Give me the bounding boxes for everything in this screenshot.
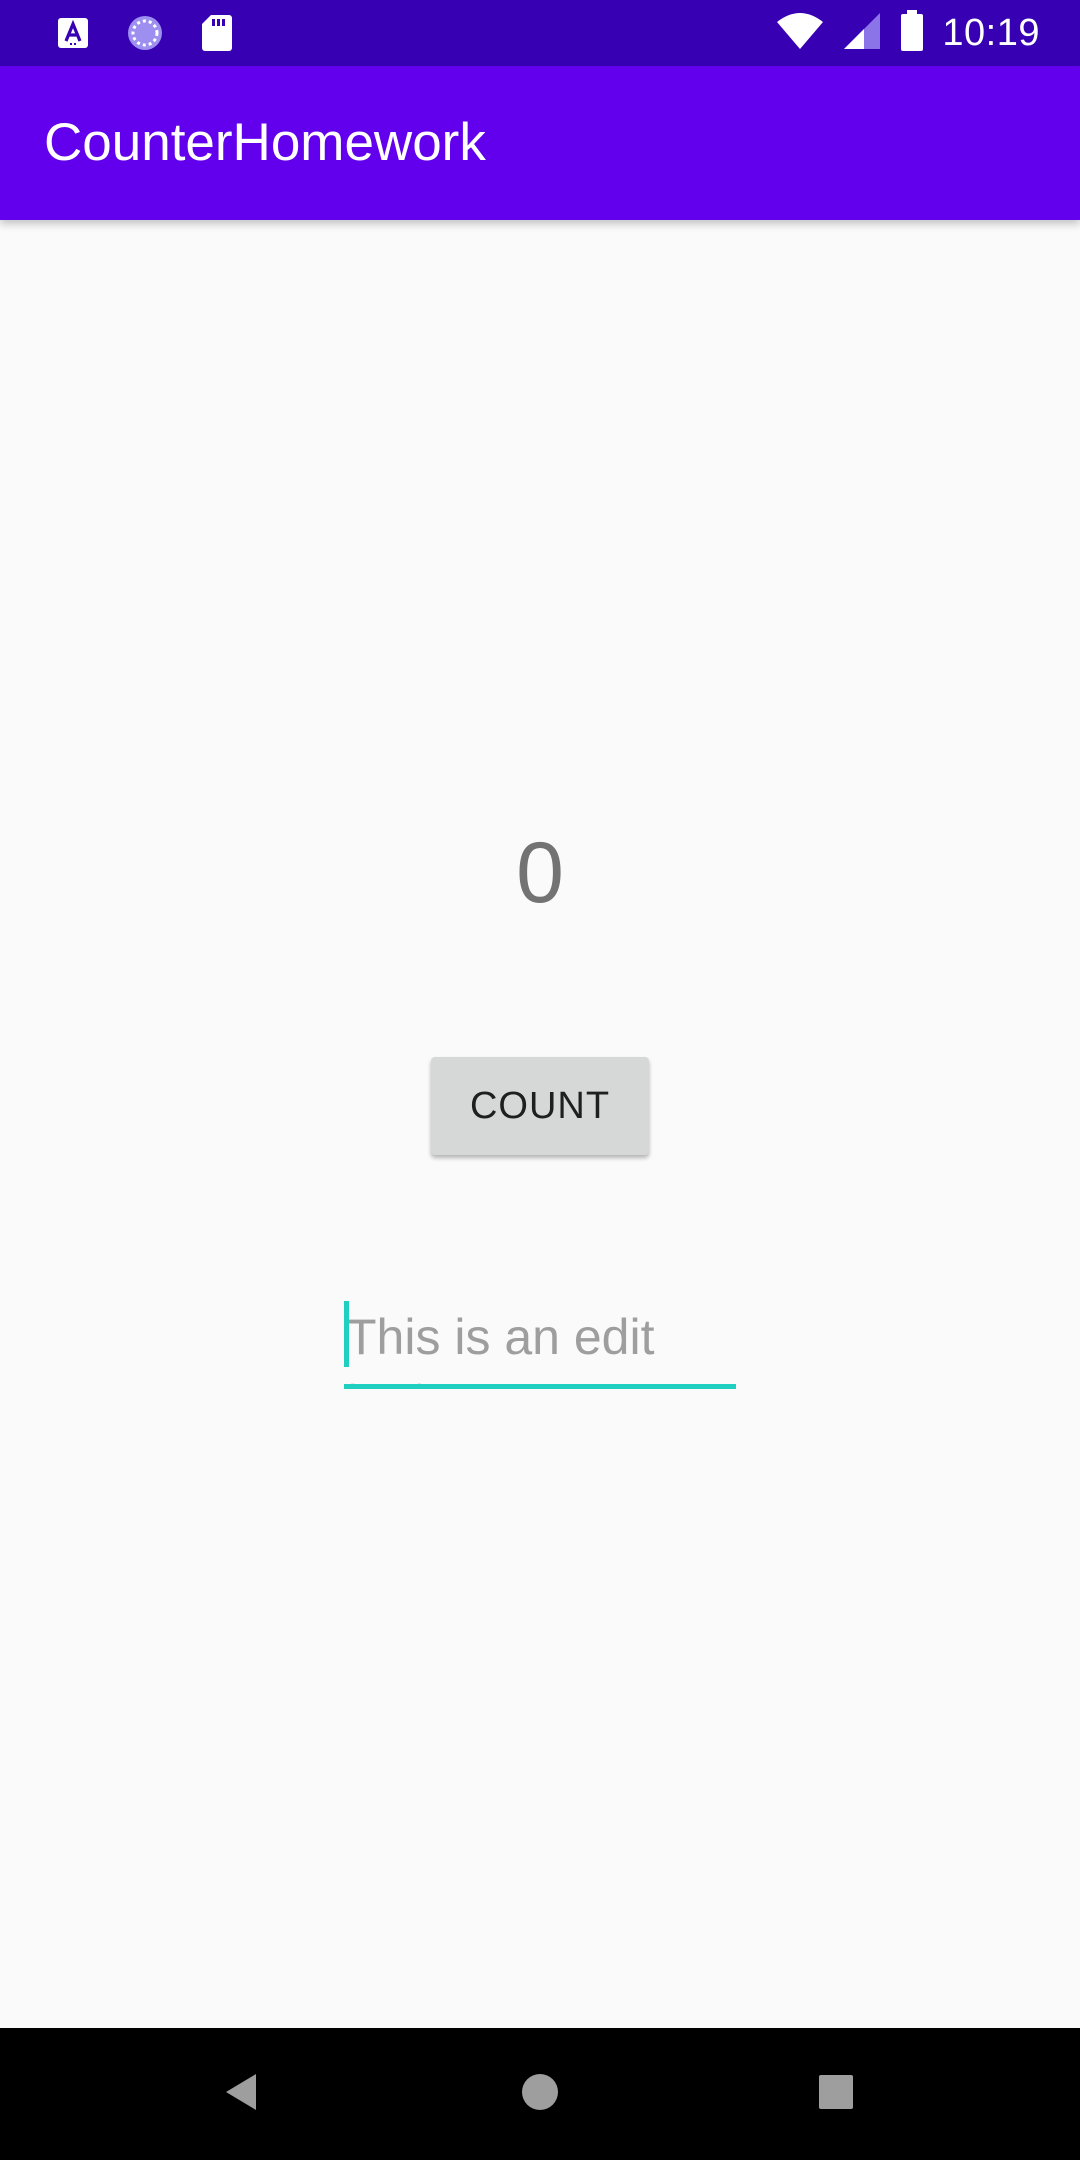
count-value-text: 0: [516, 825, 564, 921]
recents-button[interactable]: [770, 2028, 902, 2160]
home-button[interactable]: [474, 2028, 606, 2160]
sd-card-icon: [198, 14, 236, 52]
loading-spinner-icon: [126, 14, 164, 52]
edit-text-field[interactable]: This is an edit text: [344, 1298, 736, 1390]
text-cursor: [344, 1301, 349, 1367]
wifi-icon: [776, 11, 824, 56]
battery-icon: [900, 9, 924, 57]
status-notification-icons: [54, 12, 236, 54]
status-system-icons: 10:19: [776, 9, 1040, 57]
back-button[interactable]: [176, 2028, 308, 2160]
cell-signal-icon: [842, 11, 882, 56]
status-bar: 10:19: [0, 0, 1080, 66]
home-icon: [520, 2072, 560, 2117]
back-icon: [222, 2072, 262, 2117]
edit-text-input-area[interactable]: This is an edit text: [344, 1298, 736, 1384]
recents-icon: [817, 2073, 855, 2116]
edit-text-hint: This is an edit text: [346, 1309, 655, 1384]
app-screen: 10:19 CounterHomework 0 COUNT This is an…: [0, 0, 1080, 2160]
edit-text-underline: [344, 1384, 736, 1389]
navigation-bar: [0, 2028, 1080, 2160]
count-button[interactable]: COUNT: [431, 1057, 649, 1155]
app-bar: CounterHomework: [0, 66, 1080, 220]
app-title: CounterHomework: [44, 113, 486, 172]
status-clock: 10:19: [942, 11, 1040, 54]
accessibility-a-icon: [54, 14, 92, 52]
